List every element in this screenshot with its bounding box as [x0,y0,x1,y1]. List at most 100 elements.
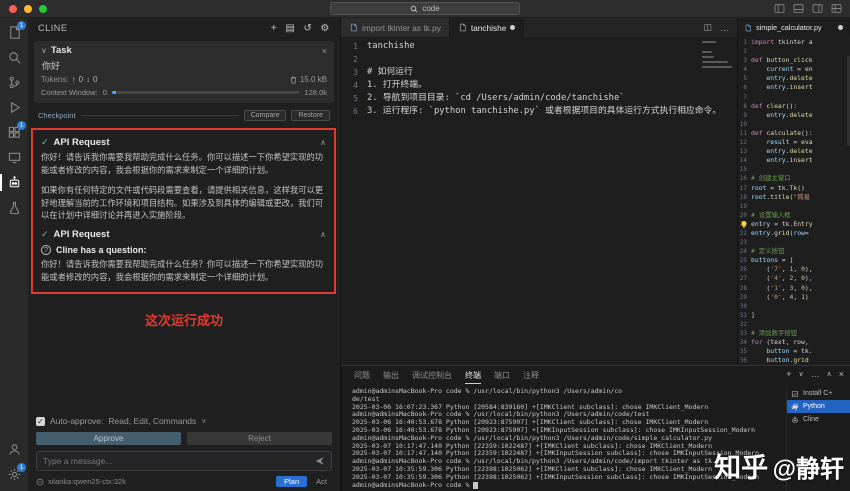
close-task-icon[interactable]: × [322,46,327,56]
restore-button[interactable]: Restore [291,110,330,121]
auto-approve-checkbox[interactable]: ✓ [36,416,45,426]
more-actions-icon[interactable]: … [811,369,820,379]
compare-button[interactable]: Compare [243,110,287,121]
reject-button[interactable]: Reject [187,432,332,445]
terminal-instance-cline[interactable]: Cline [787,413,850,426]
annotation-highlight-box: ✓ API Request ∧ 你好！请告诉我你需要我帮助完成什么任务。你可以描… [31,128,336,295]
checkpoint-row: Checkpoint Compare Restore [38,110,330,121]
line-number: 22 [739,229,747,237]
toggle-secondary-sidebar-icon[interactable] [812,3,823,14]
unsaved-dot-icon[interactable] [838,25,843,30]
panel-tab-调试控制台[interactable]: 调试控制台 [412,367,452,384]
zoom-window-button[interactable] [39,5,47,13]
python-file-icon [745,24,751,31]
unsaved-dot-icon[interactable] [510,25,516,30]
question-label: Cline has a question: [56,245,147,256]
tab-simple-calculator[interactable]: simple_calculator.py [738,18,850,37]
terminal-instance-install-c-[interactable]: Install C+ [787,387,850,400]
panel-tab-注释[interactable]: 注释 [523,367,539,384]
minimize-window-button[interactable] [24,5,32,13]
chevron-up-icon[interactable]: ∧ [320,230,326,239]
line-number: 12 [739,139,747,147]
cline-panel: CLINE + ▤ ↺ ⚙ ∨ Task × 你好 Tokens: ↑ 0 ↓ … [28,18,341,491]
customize-layout-icon[interactable] [831,3,842,14]
line-number: 31 [739,311,747,319]
activity-item-settings[interactable]: 1 [0,462,28,487]
new-terminal-icon[interactable]: + [786,369,791,379]
cline-settings-icon[interactable]: ⚙ [320,23,330,34]
context-progress-bar [111,91,300,94]
terminal-instance-python[interactable]: Python [787,400,850,413]
toggle-panel-icon[interactable] [793,3,804,14]
chevron-down-icon[interactable]: ∨ [41,46,47,55]
activity-item-explorer[interactable]: 1 [0,20,28,45]
activity-item-source-control[interactable] [0,70,28,95]
activity-item-testing[interactable] [0,195,28,220]
more-actions-icon[interactable]: … [720,23,729,33]
code-line: 35 button = tk. [738,347,850,356]
trash-icon[interactable] [290,76,297,84]
terminal-instance-label: Install C+ [803,390,833,397]
api-request-header[interactable]: ✓ API Request ∧ [41,229,326,240]
assistant-message: 你好！请告诉我你需要我帮助完成什么任务？你可以描述一下你希望实现的功能或者修改的… [41,259,324,283]
new-task-icon[interactable]: + [271,23,277,34]
activity-item-run-debug[interactable] [0,95,28,120]
command-center[interactable]: code [330,2,520,15]
activity-item-search[interactable] [0,45,28,70]
maximize-panel-icon[interactable]: ∧ [827,370,832,378]
line-number: 33 [739,330,747,337]
activity-item-account[interactable] [0,437,28,462]
panel-actions: + ∨ … ∧ × [786,369,844,379]
mcp-servers-icon[interactable]: ▤ [285,23,295,34]
activity-item-cline[interactable] [0,170,28,195]
auto-approve-row[interactable]: ✓ Auto-approve: Read, Edit, Commands ∨ [36,416,332,426]
tab-tanchishe[interactable]: tanchishe [449,18,525,37]
code-line: 11 def calculate(): [738,129,850,138]
model-label[interactable]: xilanka:qwen25-ctx:32k [48,477,126,486]
plan-toggle[interactable]: Plan [276,476,308,487]
code-editor[interactable]: 1 tanchishe 2 3 # 如何运行 4 1. 打开终端。 5 2. 导航到项目目录: … [341,37,737,365]
approve-button[interactable]: Approve [36,432,181,445]
panel-tab-终端[interactable]: 终端 [465,367,481,384]
history-icon[interactable]: ↺ [303,23,312,34]
code-line: 6 entry.insert [738,83,850,92]
code-text: def clear(): [751,101,798,110]
line-number: 9 [743,111,747,119]
cline-panel-spacer [28,329,340,416]
api-request-header[interactable]: ✓ API Request ∧ [41,137,326,148]
activity-bar: 1 1 1 [0,18,28,491]
tab-import-tkinter[interactable]: import tkinter as tk.py [341,18,450,37]
task-card: ∨ Task × 你好 Tokens: ↑ 0 ↓ 0 15.0 kB Cont… [34,41,334,103]
message-input[interactable] [43,456,310,466]
code-line: 7 [738,93,850,102]
right-code: 1 import tkinter a 2 3 def button_click 4 cur… [738,38,850,365]
split-editor-icon[interactable]: ◫ [703,22,712,33]
toggle-sidebar-icon[interactable] [774,3,785,14]
close-window-button[interactable] [9,5,17,13]
activity-item-extensions[interactable]: 1 [0,120,28,145]
panel-tab-端口[interactable]: 端口 [494,367,510,384]
line-number: 20 [739,211,747,219]
cline-panel-bottom: ✓ Auto-approve: Read, Edit, Commands ∨ A… [28,416,340,491]
editor-tabs: import tkinter as tk.py tanchishe ◫ … [341,18,737,37]
lightbulb-icon[interactable] [740,220,748,230]
chevron-up-icon[interactable]: ∧ [320,138,326,147]
panel-tab-输出[interactable]: 输出 [383,367,399,384]
chevron-down-icon[interactable]: ∨ [201,417,206,425]
line-number: 17 [739,184,747,192]
act-toggle[interactable]: Act [311,476,332,487]
code-text: current = en [766,65,813,74]
minimap[interactable] [702,41,734,71]
send-icon[interactable] [315,456,325,466]
code-editor-right[interactable]: 1 import tkinter a 2 3 def button_click 4 cur… [738,37,850,365]
terminal-dropdown-icon[interactable]: ∨ [798,370,803,378]
code-line: 29 ('0', 4, 1) [738,293,850,302]
terminal-line: admin@adminsMacBook-Pro code % /usr/loca… [352,387,623,395]
close-panel-icon[interactable]: × [839,369,844,379]
code-line: 14 entry.insert [738,156,850,165]
panel-tab-问题[interactable]: 问题 [354,367,370,384]
api-request-label: API Request [53,229,110,241]
code-text: result = eva [766,138,813,147]
tokens-down-value: 0 [93,75,98,84]
activity-item-remote[interactable] [0,145,28,170]
